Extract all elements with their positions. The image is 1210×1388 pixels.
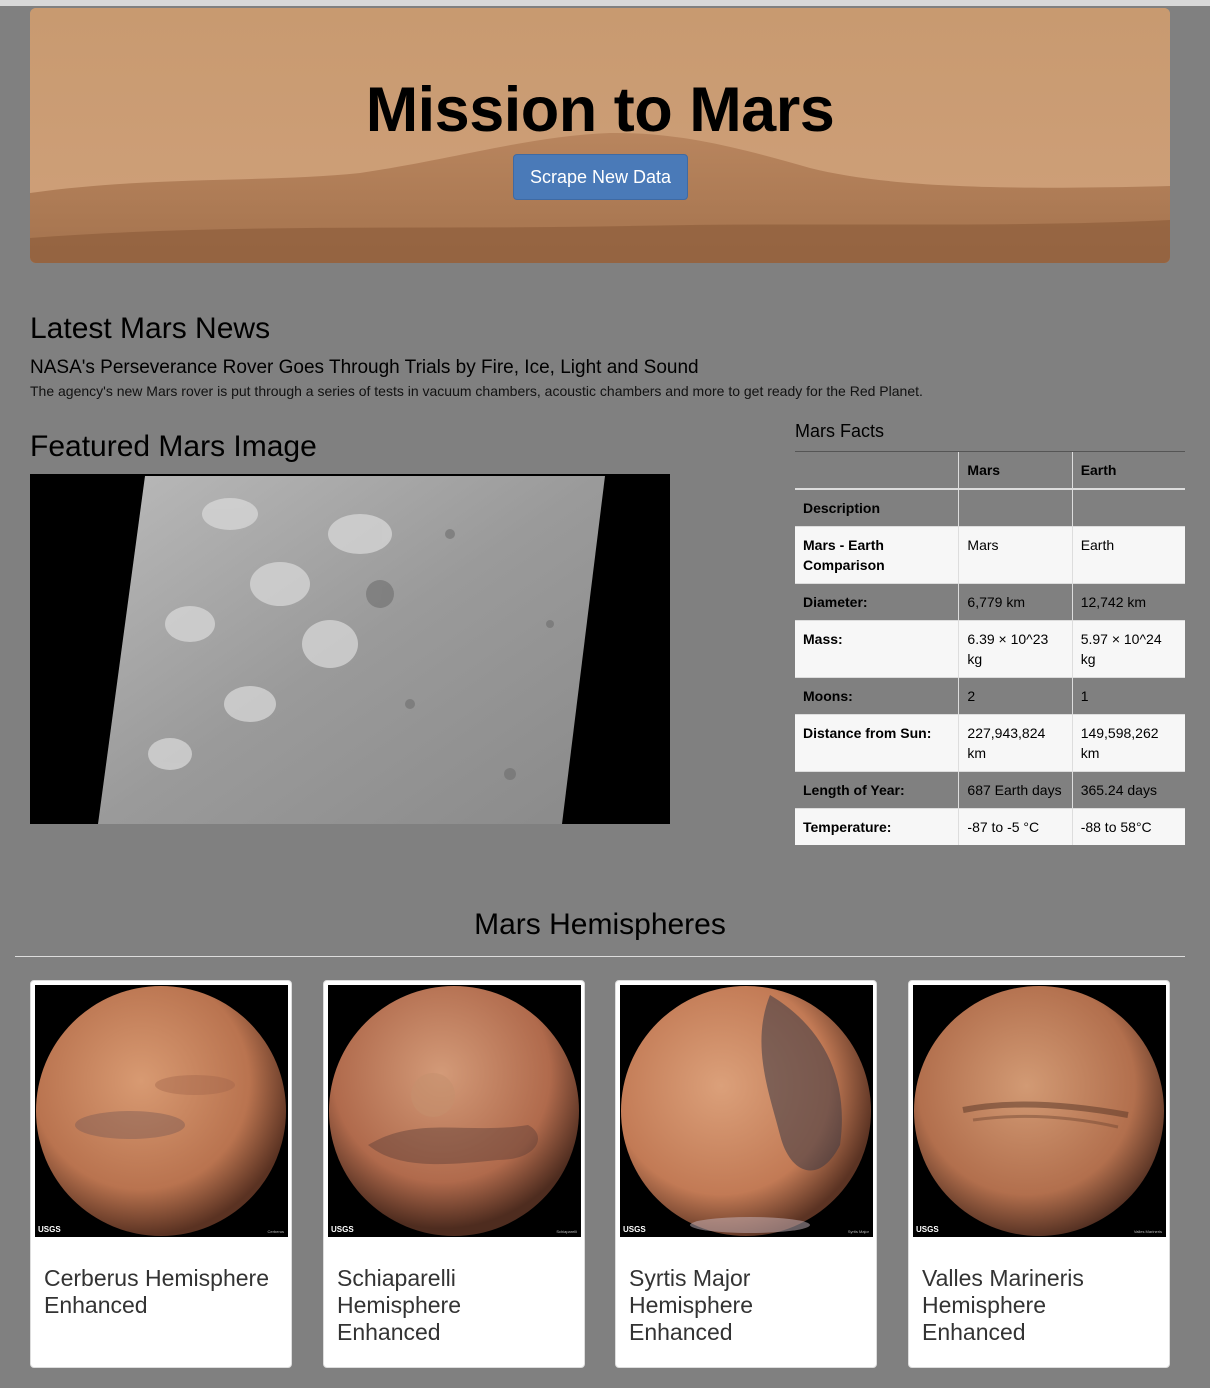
latest-news-heading: Latest Mars News (30, 312, 271, 345)
earth-value (1071, 488, 1185, 527)
hemisphere-card[interactable]: USGS Syrtis Major Syrtis Major Hemispher… (615, 980, 877, 1368)
mars-facts-table: Mars Earth Description Mars - Earth Comp… (795, 451, 1185, 845)
divider (15, 956, 1185, 957)
row-label: Temperature: (795, 808, 959, 845)
usgs-logo: USGS (331, 1225, 354, 1234)
mars-value: 2 (958, 677, 1073, 715)
table-row: Length of Year: 687 Earth days 365.24 da… (795, 771, 1185, 809)
hemisphere-image[interactable]: USGS Valles Marineris (913, 985, 1166, 1237)
usgs-logo: USGS (623, 1225, 646, 1234)
hemisphere-card[interactable]: USGS Valles Marineris Valles Marineris H… (908, 980, 1170, 1368)
page-title: Mission to Mars (365, 75, 835, 145)
table-row: Moons: 2 1 (795, 677, 1185, 715)
column-header (795, 451, 959, 490)
hemisphere-card[interactable]: USGS Schiaparelli Schiaparelli Hemispher… (323, 980, 585, 1368)
scrape-new-data-button[interactable]: Scrape New Data (513, 154, 688, 200)
mars-value: 687 Earth days (958, 771, 1073, 809)
earth-value: 365.24 days (1071, 771, 1185, 809)
hemispheres-heading: Mars Hemispheres (474, 908, 726, 941)
usgs-logo: USGS (38, 1225, 61, 1234)
earth-value: -88 to 58°C (1071, 808, 1185, 845)
hemisphere-title[interactable]: Valles Marineris Hemisphere Enhanced (922, 1265, 1152, 1346)
news-teaser: The agency's new Mars rover is put throu… (30, 383, 923, 399)
image-corner-label: Schiaparelli (556, 1229, 577, 1234)
hemisphere-title[interactable]: Syrtis Major Hemisphere Enhanced (629, 1265, 859, 1346)
table-row: Mars - Earth Comparison Mars Earth (795, 526, 1185, 584)
hemisphere-image[interactable]: USGS Schiaparelli (328, 985, 581, 1237)
hemisphere-image[interactable]: USGS Syrtis Major (620, 985, 873, 1237)
mars-value: 6.39 × 10^23 kg (958, 620, 1073, 678)
row-label: Description (795, 488, 959, 527)
mars-facts-caption: Mars Facts (795, 421, 885, 441)
hemisphere-title[interactable]: Cerberus Hemisphere Enhanced (44, 1265, 274, 1319)
earth-value: 149,598,262 km (1071, 714, 1185, 772)
earth-value: Earth (1071, 526, 1185, 584)
image-corner-label: Syrtis Major (847, 1229, 869, 1234)
table-row: Mass: 6.39 × 10^23 kg 5.97 × 10^24 kg (795, 620, 1185, 678)
featured-mars-image (30, 474, 670, 824)
planet-graphic (36, 986, 286, 1236)
row-label: Mars - Earth Comparison (795, 526, 959, 584)
table-row: Diameter: 6,779 km 12,742 km (795, 583, 1185, 621)
table-row: Distance from Sun: 227,943,824 km 149,59… (795, 714, 1185, 772)
mars-value (958, 488, 1073, 527)
earth-value: 5.97 × 10^24 kg (1071, 620, 1185, 678)
image-corner-label: Valles Marineris (1133, 1229, 1162, 1234)
featured-image-graphic (30, 474, 670, 824)
hemisphere-card[interactable]: USGS Cerberus Cerberus Hemisphere Enhanc… (30, 980, 292, 1368)
earth-value: 12,742 km (1071, 583, 1185, 621)
news-title: NASA's Perseverance Rover Goes Through T… (30, 357, 699, 378)
table-row: Temperature: -87 to -5 °C -88 to 58°C (795, 808, 1185, 845)
row-label: Moons: (795, 677, 959, 715)
earth-value: 1 (1071, 677, 1185, 715)
column-header: Mars (958, 451, 1073, 490)
planet-graphic (329, 986, 579, 1236)
table-header-row: Mars Earth (795, 451, 1185, 490)
hemisphere-image[interactable]: USGS Cerberus (35, 985, 288, 1237)
table-row: Description (795, 488, 1185, 527)
mars-value: 6,779 km (958, 583, 1073, 621)
row-label: Mass: (795, 620, 959, 678)
jumbotron: Mission to Mars Scrape New Data (30, 8, 1170, 263)
planet-graphic (621, 986, 871, 1236)
mars-value: Mars (958, 526, 1073, 584)
column-header: Earth (1071, 451, 1185, 490)
hemisphere-title[interactable]: Schiaparelli Hemisphere Enhanced (337, 1265, 567, 1346)
usgs-logo: USGS (916, 1225, 939, 1234)
featured-image-heading: Featured Mars Image (30, 430, 317, 463)
image-corner-label: Cerberus (267, 1229, 284, 1234)
row-label: Distance from Sun: (795, 714, 959, 772)
mars-value: -87 to -5 °C (958, 808, 1073, 845)
row-label: Length of Year: (795, 771, 959, 809)
planet-graphic (914, 986, 1164, 1236)
mars-value: 227,943,824 km (958, 714, 1073, 772)
row-label: Diameter: (795, 583, 959, 621)
